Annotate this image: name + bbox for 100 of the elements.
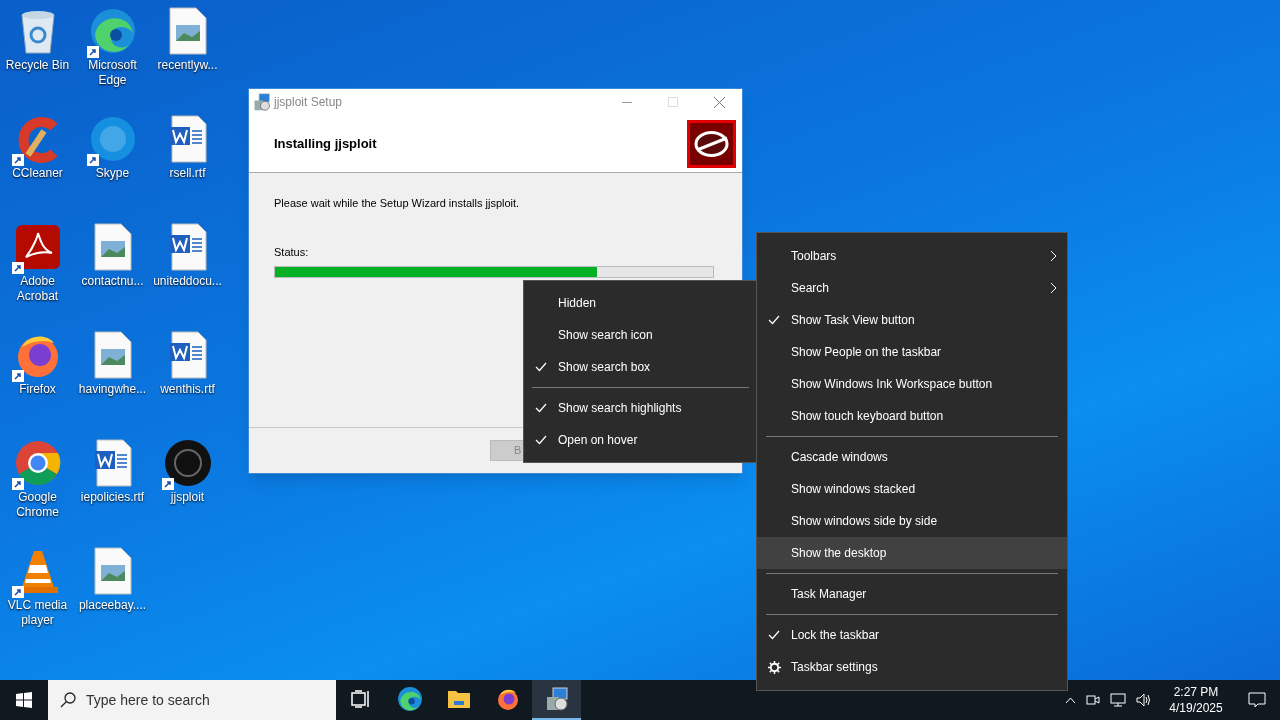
desktop-icon-label[interactable]: wenthis.rtf: [150, 382, 225, 397]
menu-item-label: Show the desktop: [791, 545, 888, 562]
window-title: jjsploit Setup: [274, 94, 343, 111]
menu-item[interactable]: Show touch keyboard button: [757, 400, 1067, 432]
network-icon: [1110, 693, 1126, 707]
desktop-icon-label[interactable]: Adobe Acrobat: [0, 274, 75, 304]
edge-browser-icon: [396, 686, 423, 712]
chrome-icon: [13, 439, 62, 487]
volume-icon: [1136, 693, 1152, 707]
check-icon: [535, 403, 547, 413]
menu-item-label: Search: [791, 280, 831, 297]
desktop-icon-label[interactable]: Skype: [75, 166, 150, 181]
installer-icon: [253, 93, 271, 111]
menu-item[interactable]: Show People on the taskbar: [757, 336, 1067, 368]
desktop-icon-label[interactable]: iepolicies.rtf: [75, 490, 150, 505]
menu-item[interactable]: Task Manager: [757, 578, 1067, 610]
menu-item-label: Task Manager: [791, 586, 868, 603]
firefox-icon: [495, 687, 520, 711]
menu-item[interactable]: Cascade windows: [757, 441, 1067, 473]
minimize-icon: [622, 101, 632, 103]
menu-item[interactable]: Lock the taskbar: [757, 619, 1067, 651]
menu-item[interactable]: Show Task View button: [757, 304, 1067, 336]
image-file-icon: [92, 331, 133, 379]
desktop-icon-label[interactable]: havingwhe...: [75, 382, 150, 397]
maximize-icon: [668, 97, 678, 107]
clock-date[interactable]: 4/19/2025: [1169, 700, 1223, 716]
install-message: Please wait while the Setup Wizard installs jjsploit.: [274, 196, 521, 211]
word-document-icon: [167, 223, 208, 271]
installer-icon: [544, 687, 569, 711]
check-icon: [768, 630, 780, 640]
chevron-up-icon: [1065, 696, 1076, 704]
close-icon: [713, 96, 725, 108]
desktop-icon-label[interactable]: placeebay....: [75, 598, 150, 613]
menu-item-label: Show search box: [558, 359, 651, 376]
menu-item[interactable]: Show search icon: [524, 319, 757, 351]
menu-item[interactable]: Toolbars: [757, 240, 1067, 272]
word-document-icon: [167, 115, 208, 163]
acrobat-icon: [13, 223, 62, 271]
desktop-icon-label[interactable]: jjsploit: [150, 490, 225, 505]
menu-item-label: Show search highlights: [558, 400, 682, 417]
menu-item[interactable]: Show search highlights: [524, 392, 757, 424]
disc-logo-icon: [687, 119, 736, 168]
desktop-icon-label[interactable]: CCleaner: [0, 166, 75, 181]
menu-item-label: Hidden: [558, 295, 597, 312]
menu-item-label: Taskbar settings: [791, 659, 879, 676]
windows-logo-icon: [16, 692, 32, 708]
menu-item[interactable]: Show windows stacked: [757, 473, 1067, 505]
check-icon: [535, 362, 547, 372]
desktop-icon-label[interactable]: recentlyw...: [150, 58, 225, 73]
notification-icon: [1248, 692, 1266, 708]
task-view-icon: [350, 690, 371, 708]
desktop-icon-label[interactable]: Recycle Bin: [0, 58, 75, 73]
shortcut-arrow-icon: [11, 262, 24, 274]
menu-item-label: Cascade windows: [791, 449, 889, 466]
menu-item-label: Show Windows Ink Workspace button: [791, 376, 994, 393]
folder-icon: [446, 689, 471, 709]
menu-item-label: Toolbars: [791, 248, 838, 265]
check-icon: [768, 315, 780, 325]
edge-browser-icon: [88, 7, 137, 55]
menu-item[interactable]: Show Windows Ink Workspace button: [757, 368, 1067, 400]
page-heading: Installing jjsploit: [274, 134, 377, 153]
desktop-icon-label[interactable]: uniteddocu...: [150, 274, 225, 289]
shortcut-arrow-icon: [161, 478, 174, 490]
desktop-icon-label[interactable]: Firefox: [0, 382, 75, 397]
desktop-icon-label[interactable]: Microsoft Edge: [75, 58, 150, 88]
menu-item-label: Show search icon: [558, 327, 653, 344]
status-label: Status:: [274, 244, 310, 260]
menu-item[interactable]: Taskbar settings: [757, 651, 1067, 683]
menu-item[interactable]: Search: [757, 272, 1067, 304]
menu-item-label: Lock the taskbar: [791, 627, 881, 644]
desktop-icon-label[interactable]: VLC media player: [0, 598, 75, 628]
chevron-right-icon: [1050, 282, 1057, 294]
word-document-icon: [167, 331, 208, 379]
shortcut-arrow-icon: [11, 478, 24, 490]
check-icon: [535, 435, 547, 445]
menu-item-label: Show windows side by side: [791, 513, 939, 530]
shortcut-arrow-icon: [86, 46, 99, 58]
settings-icon: [767, 660, 781, 674]
menu-item[interactable]: Hidden: [524, 287, 757, 319]
taskbar-button[interactable]: [532, 680, 581, 720]
camera-icon: [1086, 693, 1100, 707]
shortcut-arrow-icon: [11, 586, 24, 598]
search-field[interactable]: Type here to search: [48, 680, 336, 720]
search-icon: [60, 692, 76, 708]
menu-item-label: Show windows stacked: [791, 481, 917, 498]
menu-item-label: Show People on the taskbar: [791, 344, 943, 361]
menu-item[interactable]: Show windows side by side: [757, 505, 1067, 537]
menu-item[interactable]: Show search box: [524, 351, 757, 383]
menu-item-label: Show touch keyboard button: [791, 408, 945, 425]
desktop-icon-label[interactable]: contactnu...: [75, 274, 150, 289]
image-file-icon: [92, 547, 133, 595]
menu-item[interactable]: Show the desktop: [757, 537, 1067, 569]
desktop-icon-label[interactable]: Google Chrome: [0, 490, 75, 520]
shortcut-arrow-icon: [11, 370, 24, 382]
menu-item-label: Show Task View button: [791, 312, 916, 329]
word-document-icon: [92, 439, 133, 487]
menu-item[interactable]: Open on hover: [524, 424, 757, 456]
desktop-icon-label[interactable]: rsell.rtf: [150, 166, 225, 181]
shortcut-arrow-icon: [11, 154, 24, 166]
clock-time[interactable]: 2:27 PM: [1173, 684, 1219, 700]
